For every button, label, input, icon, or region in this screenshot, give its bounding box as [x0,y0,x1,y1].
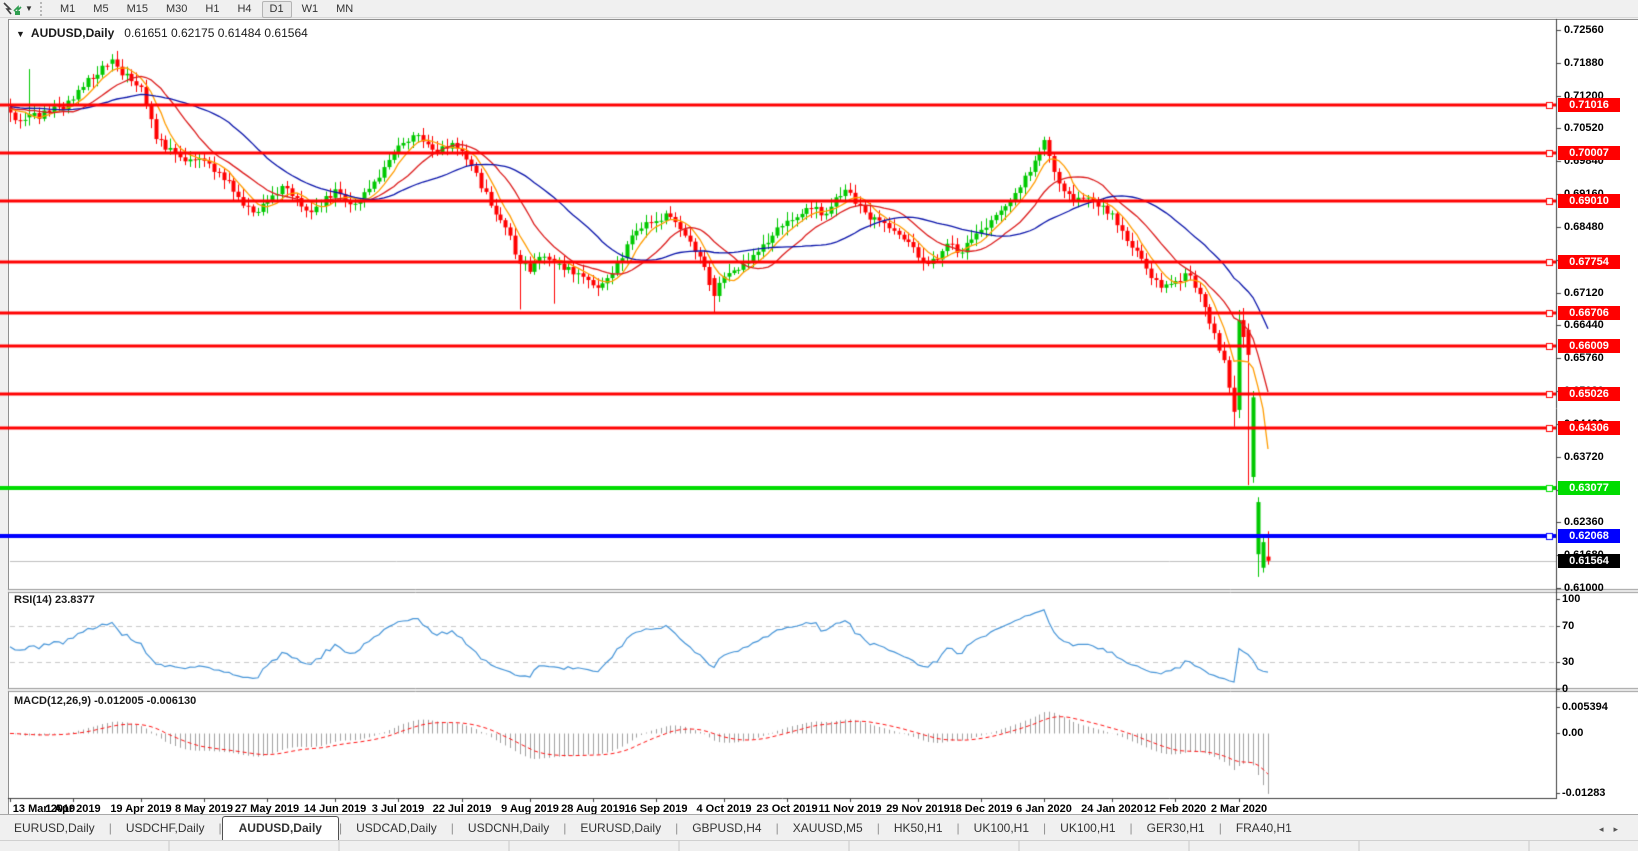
chart-tab-gbpusd-h4[interactable]: GBPUSD,H4 [678,817,775,840]
chart-tab-hk50-h1[interactable]: HK50,H1 [880,817,957,840]
chart-tab-usdcad-daily[interactable]: USDCAD,Daily [342,817,451,840]
chevron-down-icon[interactable]: ▼ [22,4,36,13]
candlestick-chart-icon[interactable] [2,1,22,17]
chart-tab-uk100-h1[interactable]: UK100,H1 [1046,817,1129,840]
price-chart-canvas[interactable] [0,0,1638,851]
timeframe-button-m30[interactable]: M30 [158,1,195,18]
timeframe-button-group: M1M5M15M30H1H4D1W1MN [51,0,362,18]
timeframe-button-h4[interactable]: H4 [229,1,259,18]
chart-tab-usdcnh-daily[interactable]: USDCNH,Daily [454,817,563,840]
timeframe-button-m1[interactable]: M1 [52,1,83,18]
chart-tab-ger30-h1[interactable]: GER30,H1 [1133,817,1219,840]
chart-tab-uk100-h1[interactable]: UK100,H1 [960,817,1043,840]
timeframe-button-w1[interactable]: W1 [294,1,327,18]
status-bar [0,840,1638,851]
timeframe-button-m15[interactable]: M15 [119,1,156,18]
timeframe-button-h1[interactable]: H1 [197,1,227,18]
chart-tab-eurusd-daily[interactable]: EURUSD,Daily [0,817,109,840]
timeframe-button-d1[interactable]: D1 [262,1,292,18]
toolbar: ▼ M1M5M15M30H1H4D1W1MN [0,0,1638,18]
application-window: ▼ M1M5M15M30H1H4D1W1MN ▼AUDUSD,Daily0.61… [0,0,1638,851]
chart-tab-fra40-h1[interactable]: FRA40,H1 [1222,817,1306,840]
timeframe-button-m5[interactable]: M5 [85,1,116,18]
chart-tab-eurusd-daily[interactable]: EURUSD,Daily [566,817,675,840]
chart-tab-bar: EURUSD,Daily|USDCHF,Daily|AUDUSD,Daily|U… [0,814,1638,840]
toolbar-grip [40,2,45,16]
timeframe-button-mn[interactable]: MN [328,1,361,18]
chart-tab-xauusd-m5[interactable]: XAUUSD,M5 [779,817,877,840]
chart-tab-audusd-daily[interactable]: AUDUSD,Daily [222,816,339,841]
chart-tab-usdchf-daily[interactable]: USDCHF,Daily [112,817,219,840]
tab-scroll-arrows[interactable]: ◂▸ [1599,824,1638,840]
